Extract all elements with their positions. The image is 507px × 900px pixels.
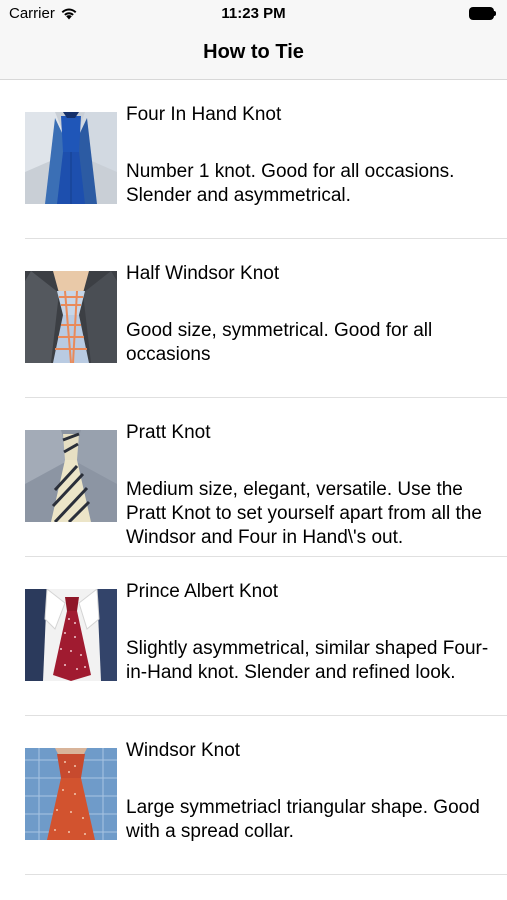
knot-description: Medium size, elegant, versatile. Use the… (126, 479, 482, 548)
navigation-bar: How to Tie (0, 30, 507, 80)
knot-list[interactable]: Four In Hand Knot Number 1 knot. Good fo… (0, 80, 507, 875)
list-item-prince-albert[interactable]: Prince Albert Knot Slightly asymmetrical… (0, 557, 507, 716)
list-item-half-windsor[interactable]: Half Windsor Knot Good size, symmetrical… (0, 239, 507, 398)
knot-title: Half Windsor Knot (126, 263, 280, 284)
knot-title: Windsor Knot (126, 740, 241, 761)
battery-icon (469, 7, 497, 20)
half-windsor-tie-image (25, 271, 117, 363)
pratt-tie-image (25, 430, 117, 522)
prince-albert-tie-image (25, 589, 117, 681)
knot-title: Prince Albert Knot (126, 581, 279, 602)
knot-description: Number 1 knot. Good for all occasions. S… (126, 161, 455, 206)
list-item-windsor[interactable]: Windsor Knot Large symmetriacl triangula… (0, 716, 507, 875)
knot-title: Four In Hand Knot (126, 104, 282, 125)
knot-description: Slightly asymmetrical, similar shaped Fo… (126, 638, 489, 683)
list-item-four-in-hand[interactable]: Four In Hand Knot Number 1 knot. Good fo… (0, 80, 507, 239)
status-time: 11:23 PM (221, 5, 286, 22)
list-item-pratt[interactable]: Pratt Knot Medium size, elegant, versati… (0, 398, 507, 557)
row-separator (25, 874, 507, 875)
four-in-hand-tie-image (25, 112, 117, 204)
knot-description: Large symmetriacl triangular shape. Good… (126, 797, 480, 842)
windsor-tie-image (25, 748, 117, 840)
knot-description: Good size, symmetrical. Good for all occ… (126, 320, 433, 365)
page-title: How to Tie (203, 41, 304, 63)
status-bar: Carrier 11:23 PM (0, 0, 507, 30)
knot-title: Pratt Knot (126, 422, 211, 443)
